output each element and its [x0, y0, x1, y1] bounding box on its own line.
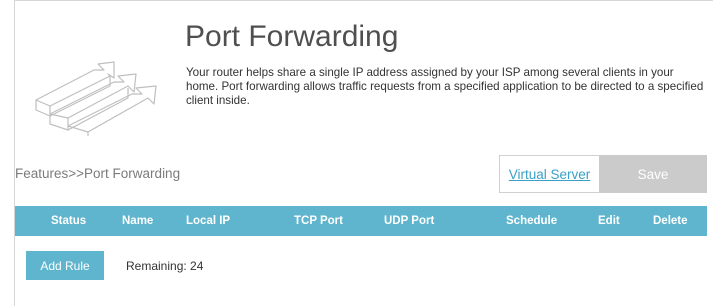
virtual-server-link[interactable]: Virtual Server	[499, 155, 599, 193]
column-header-status: Status	[51, 215, 87, 227]
column-header-delete: Delete	[653, 215, 688, 227]
page-description: Your router helps share a single IP addr…	[186, 66, 704, 107]
add-rule-button[interactable]: Add Rule	[26, 251, 104, 280]
save-button[interactable]: Save	[599, 155, 707, 193]
column-header-edit: Edit	[598, 215, 620, 227]
breadcrumb: Features>>Port Forwarding	[15, 166, 181, 181]
action-bar: Virtual Server Save	[499, 155, 707, 193]
page-title: Port Forwarding	[185, 20, 399, 53]
column-header-local-ip: Local IP	[186, 215, 231, 227]
column-header-schedule: Schedule	[506, 215, 558, 227]
column-header-udp-port: UDP Port	[384, 215, 435, 227]
port-forwarding-arrows-icon	[24, 48, 174, 136]
column-header-name: Name	[122, 215, 154, 227]
rules-table-header: Status Name Local IP TCP Port UDP Port S…	[15, 206, 707, 236]
column-header-tcp-port: TCP Port	[294, 215, 343, 227]
remaining-rules-count: Remaining: 24	[126, 259, 204, 273]
